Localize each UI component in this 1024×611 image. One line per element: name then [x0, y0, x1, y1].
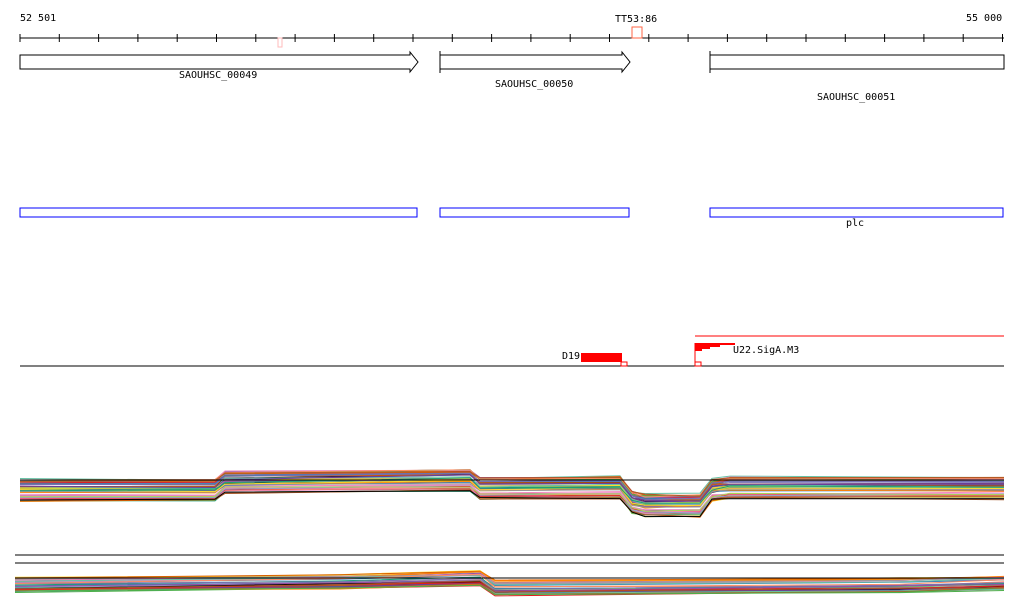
position-marker[interactable] [277, 37, 283, 48]
annotation-box-2[interactable] [439, 207, 630, 218]
gene-arrow-00050[interactable] [439, 50, 631, 74]
terminator-label[interactable]: D19 [562, 351, 580, 362]
annotation-box-1[interactable] [19, 207, 418, 218]
terminator-bar[interactable] [581, 353, 622, 362]
tt-marker[interactable] [631, 26, 643, 39]
promoter-flag-icon[interactable] [695, 343, 735, 351]
promoter-label[interactable]: U22.SigA.M3 [733, 345, 799, 356]
annotation-box-plc[interactable] [709, 207, 1004, 218]
gene-label[interactable]: SAOUHSC_00050 [495, 79, 573, 90]
gene-box-00051[interactable] [709, 54, 1005, 70]
position-ruler [19, 34, 1004, 42]
expression-profiles-bottom [14, 570, 1005, 597]
ruler-start-label: 52 501 [20, 13, 57, 24]
annotation-label[interactable]: plc [846, 218, 864, 229]
ruler-marker-label: TT53:86 [615, 14, 658, 25]
expression-profiles-top [19, 469, 1005, 518]
gene-arrow-00049[interactable] [19, 50, 419, 74]
gene-label[interactable]: SAOUHSC_00051 [817, 92, 895, 103]
gene-label[interactable]: SAOUHSC_00049 [179, 70, 257, 81]
ruler-end-label: 55 000 [966, 13, 1003, 24]
